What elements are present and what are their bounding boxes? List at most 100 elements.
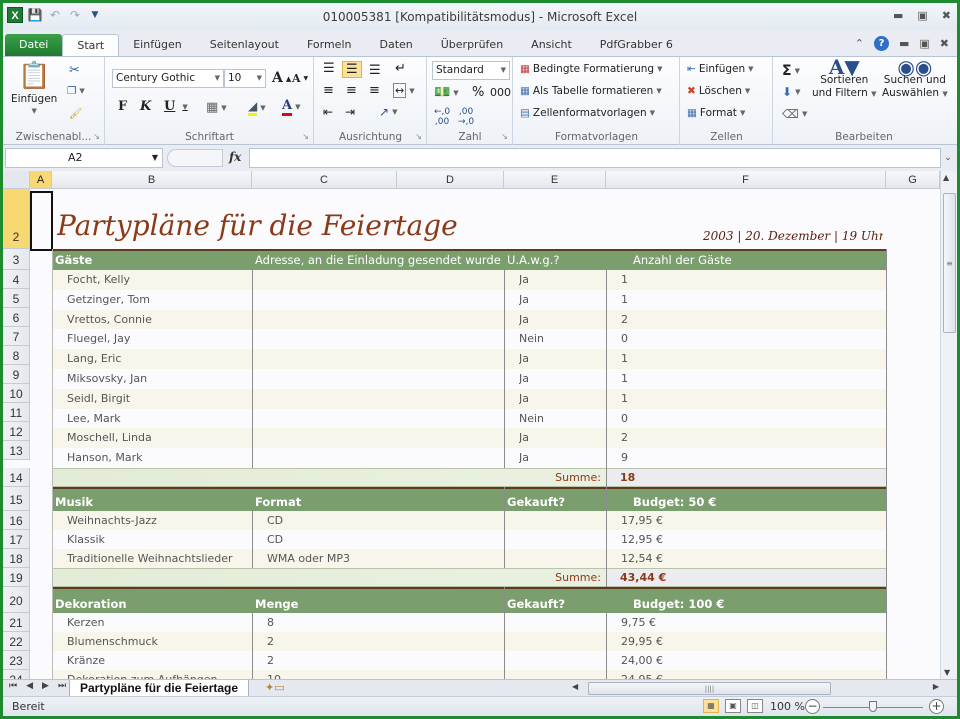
dialog-launcher-icon[interactable]: ↘ bbox=[302, 132, 309, 141]
formula-input[interactable] bbox=[249, 148, 941, 168]
row-header[interactable]: 13 bbox=[3, 441, 30, 460]
scroll-down-icon[interactable]: ▼ bbox=[944, 668, 950, 677]
worksheet-grid[interactable]: A B C D E F G 2 3 4 5 6 7 8 9 10 11 12 13 14 15 16 17 1… bbox=[3, 171, 957, 679]
grow-font-button[interactable]: A ▲ bbox=[272, 70, 291, 86]
row-header[interactable]: 16 bbox=[3, 511, 30, 530]
decrease-decimal-button[interactable]: ,00 →,0 bbox=[458, 107, 474, 127]
cut-button[interactable]: ✂ bbox=[69, 63, 80, 78]
decrease-indent-button[interactable]: ⇤ bbox=[323, 105, 333, 119]
row-header[interactable]: 19 bbox=[3, 568, 30, 587]
align-middle-button[interactable]: ☰ bbox=[342, 61, 362, 78]
zoom-slider-handle[interactable] bbox=[869, 701, 877, 712]
scroll-up-icon[interactable]: ▲ bbox=[943, 173, 949, 182]
first-sheet-icon[interactable]: ⏮ bbox=[9, 681, 17, 691]
row-header[interactable]: 5 bbox=[3, 289, 30, 308]
delete-cells-button[interactable]: ✖ Löschen ▼ bbox=[687, 85, 750, 97]
underline-button[interactable]: U ▼ bbox=[164, 99, 188, 114]
column-header-g[interactable]: G bbox=[886, 171, 940, 189]
scroll-right-icon[interactable]: ▶ bbox=[933, 682, 939, 691]
selected-cell-a2[interactable] bbox=[30, 191, 53, 251]
format-painter-button[interactable]: 🖌 bbox=[69, 107, 82, 120]
thousands-button[interactable]: 000 bbox=[490, 86, 511, 99]
page-break-view-button[interactable]: ◫ bbox=[747, 699, 763, 713]
workbook-minimize-icon[interactable]: ▬ bbox=[899, 37, 909, 50]
tab-start[interactable]: Start bbox=[62, 34, 120, 56]
formula-bar-resize-handle[interactable] bbox=[167, 149, 223, 167]
row-header[interactable]: 18 bbox=[3, 549, 30, 568]
workbook-restore-icon[interactable]: ▣ bbox=[919, 37, 929, 50]
expand-formula-bar-icon[interactable]: ⌄ bbox=[941, 148, 955, 168]
column-header-c[interactable]: C bbox=[252, 171, 397, 189]
row-header[interactable]: 4 bbox=[3, 270, 30, 289]
fill-button[interactable]: ⬇ ▼ bbox=[782, 85, 800, 99]
zoom-level[interactable]: 100 % bbox=[770, 700, 805, 713]
vertical-scroll-thumb[interactable]: ≡ bbox=[943, 193, 956, 333]
insert-cells-button[interactable]: ⇤ Einfügen ▼ bbox=[687, 63, 754, 75]
italic-button[interactable]: K bbox=[140, 99, 151, 114]
column-header-e[interactable]: E bbox=[504, 171, 606, 189]
dialog-launcher-icon[interactable]: ↘ bbox=[501, 132, 508, 141]
align-center-button[interactable]: ≡ bbox=[346, 83, 357, 98]
row-header[interactable]: 22 bbox=[3, 632, 30, 651]
sheet-tab-partyplaene[interactable]: Partypläne für die Feiertage bbox=[69, 680, 250, 697]
borders-button[interactable]: ▦ ▼ bbox=[206, 100, 227, 115]
align-top-button[interactable]: ☰ bbox=[323, 61, 335, 76]
merge-center-button[interactable]: ↔ ▼ bbox=[393, 83, 415, 98]
fill-color-button[interactable]: ◢ ▼ bbox=[248, 99, 266, 116]
row-header[interactable]: 8 bbox=[3, 346, 30, 365]
bold-button[interactable]: F bbox=[118, 99, 127, 114]
font-color-button[interactable]: A ▼ bbox=[282, 98, 300, 116]
dialog-launcher-icon[interactable]: ↘ bbox=[93, 132, 100, 141]
row-header[interactable]: 6 bbox=[3, 308, 30, 327]
zoom-out-button[interactable]: − bbox=[805, 699, 820, 714]
row-header[interactable]: 20 bbox=[3, 587, 30, 613]
normal-view-button[interactable]: ▦ bbox=[703, 699, 719, 713]
font-size-combo[interactable]: 10 ▼ bbox=[224, 69, 266, 88]
increase-indent-button[interactable]: ⇥ bbox=[345, 105, 355, 119]
row-header[interactable]: 9 bbox=[3, 365, 30, 384]
wrap-text-button[interactable]: ↵ bbox=[395, 61, 406, 76]
vertical-scrollbar[interactable]: ▲ ≡ ▼ bbox=[940, 171, 957, 679]
conditional-formatting-button[interactable]: ▦ Bedingte Formatierung ▼ bbox=[520, 63, 662, 75]
name-box[interactable]: A2 ▼ bbox=[5, 148, 163, 168]
scroll-left-icon[interactable]: ◀ bbox=[572, 682, 578, 691]
restore-icon[interactable]: ▣ bbox=[917, 9, 927, 22]
row-header[interactable]: 2 bbox=[3, 189, 30, 249]
page-layout-view-button[interactable]: ▣ bbox=[725, 699, 741, 713]
minimize-icon[interactable]: ▬ bbox=[893, 9, 903, 22]
insert-sheet-icon[interactable]: ✦▭ bbox=[265, 681, 285, 694]
select-all-button[interactable] bbox=[3, 171, 30, 189]
help-icon[interactable]: ? bbox=[873, 36, 889, 51]
sort-filter-button[interactable]: A▼ Sortieren und Filtern ▼ bbox=[812, 57, 877, 101]
column-header-f[interactable]: F bbox=[606, 171, 886, 189]
row-header[interactable]: 3 bbox=[3, 249, 30, 270]
align-bottom-button[interactable]: ☰ bbox=[369, 63, 381, 78]
align-left-button[interactable]: ≡ bbox=[323, 83, 334, 98]
row-header[interactable]: 21 bbox=[3, 613, 30, 632]
tab-einfuegen[interactable]: Einfügen bbox=[119, 34, 196, 56]
row-header[interactable]: 17 bbox=[3, 530, 30, 549]
clear-button[interactable]: ⌫ ▼ bbox=[782, 107, 807, 121]
column-header-d[interactable]: D bbox=[397, 171, 504, 189]
zoom-in-button[interactable]: + bbox=[929, 699, 944, 714]
row-header[interactable]: 15 bbox=[3, 487, 30, 511]
shrink-font-button[interactable]: A ▼ bbox=[292, 72, 308, 85]
row-header[interactable]: 11 bbox=[3, 403, 30, 422]
last-sheet-icon[interactable]: ⏭ bbox=[58, 681, 66, 691]
paste-button[interactable]: 📋 Einfügen ▼ bbox=[11, 61, 57, 115]
autosum-button[interactable]: Σ ▼ bbox=[782, 63, 800, 79]
tab-datei[interactable]: Datei bbox=[5, 34, 63, 56]
row-header[interactable]: 14 bbox=[3, 468, 30, 487]
column-header-a[interactable]: A bbox=[30, 171, 52, 189]
column-header-b[interactable]: B bbox=[52, 171, 252, 189]
horizontal-scrollbar[interactable]: ◀ |||| ▶ bbox=[568, 681, 943, 696]
number-format-combo[interactable]: Standard ▼ bbox=[432, 61, 510, 80]
prev-sheet-icon[interactable]: ◀ bbox=[26, 681, 33, 691]
tab-seitenlayout[interactable]: Seitenlayout bbox=[196, 34, 293, 56]
format-cells-button[interactable]: ▦ Format ▼ bbox=[687, 107, 745, 119]
orientation-button[interactable]: ↗ ▼ bbox=[379, 105, 397, 119]
align-right-button[interactable]: ≡ bbox=[369, 83, 380, 98]
row-header[interactable]: 23 bbox=[3, 651, 30, 670]
row-header[interactable]: 24 bbox=[3, 670, 30, 679]
row-header[interactable]: 12 bbox=[3, 422, 30, 441]
